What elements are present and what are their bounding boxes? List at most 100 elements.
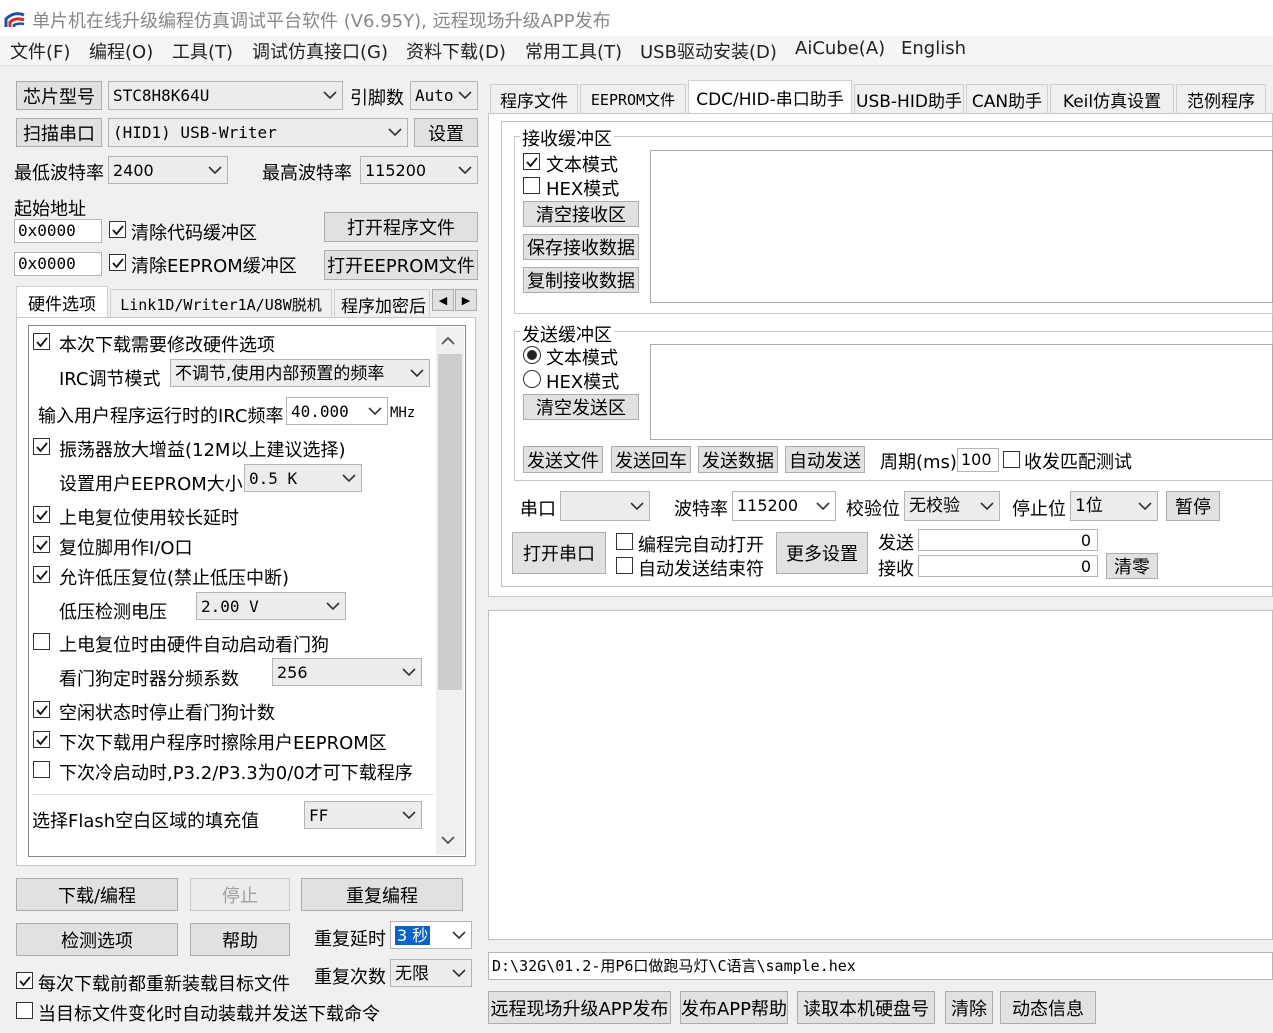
read-disk-id-button[interactable]: 读取本机硬盘号	[797, 991, 935, 1024]
long-delay-checkbox[interactable]	[33, 506, 50, 523]
menu-usb-driver[interactable]: USB驱动安装(D)	[640, 38, 777, 64]
stop-button[interactable]: 停止	[190, 878, 290, 911]
start-address-input-2[interactable]: 0x0000	[14, 252, 102, 276]
match-test-checkbox[interactable]	[1003, 451, 1020, 468]
cold-boot-checkbox[interactable]	[33, 761, 50, 778]
send-text-mode-radio[interactable]	[523, 346, 541, 364]
auto-send-button[interactable]: 自动发送	[785, 446, 865, 473]
open-serial-port-button[interactable]: 打开串口	[512, 532, 606, 574]
osc-gain-checkbox[interactable]	[33, 438, 50, 455]
scroll-up-icon[interactable]	[441, 336, 455, 346]
send-textarea[interactable]	[650, 344, 1273, 440]
eeprom-size-select[interactable]: 0.5 K	[244, 464, 362, 492]
erase-eeprom-label: 下次下载用户程序时擦除用户EEPROM区	[59, 733, 387, 754]
scroll-down-icon[interactable]	[441, 835, 455, 845]
chip-model-button[interactable]: 芯片型号	[16, 81, 102, 110]
copy-receive-button[interactable]: 复制接收数据	[523, 267, 639, 293]
menu-tools[interactable]: 工具(T)	[172, 38, 233, 64]
scan-port-button[interactable]: 扫描串口	[16, 118, 102, 147]
erase-eeprom-checkbox[interactable]	[33, 731, 50, 748]
modify-hw-checkbox[interactable]	[33, 333, 50, 350]
tab-scroll-right-button[interactable]: ▶	[455, 289, 477, 311]
tab-keil-settings[interactable]: Keil仿真设置	[1050, 84, 1174, 114]
watchdog-auto-checkbox[interactable]	[33, 633, 50, 650]
more-settings-button[interactable]: 更多设置	[776, 532, 868, 574]
menu-program[interactable]: 编程(O)	[89, 38, 153, 64]
port-select[interactable]: (HID1) USB-Writer	[108, 118, 408, 147]
clear-count-button[interactable]: 清零	[1106, 553, 1158, 579]
baud-select[interactable]: 115200	[732, 491, 836, 521]
tab-offline-writer[interactable]: Link1D/Writer1A/U8W脱机	[110, 289, 332, 318]
check-options-button[interactable]: 检测选项	[16, 923, 178, 956]
publish-app-help-button[interactable]: 发布APP帮助	[680, 991, 788, 1024]
chevron-down-icon	[629, 492, 645, 520]
tab-examples[interactable]: 范例程序	[1176, 84, 1266, 114]
download-program-button[interactable]: 下载/编程	[16, 878, 178, 911]
parity-select[interactable]: 无校验	[904, 491, 1000, 521]
max-baud-select[interactable]: 115200	[360, 156, 478, 184]
irc-mode-select[interactable]: 不调节,使用内部预置的频率	[170, 359, 430, 387]
menu-aicube[interactable]: AiCube(A)	[795, 38, 885, 59]
auto-load-checkbox[interactable]	[16, 1002, 33, 1019]
tab-scroll-left-button[interactable]: ◀	[432, 289, 454, 311]
clear-eeprom-checkbox[interactable]	[109, 254, 126, 271]
low-volt-select[interactable]: 2.00 V	[196, 592, 346, 620]
send-file-button[interactable]: 发送文件	[523, 446, 603, 473]
tab-can[interactable]: CAN助手	[966, 84, 1048, 114]
dynamic-info-button[interactable]: 动态信息	[1000, 991, 1096, 1024]
save-receive-button[interactable]: 保存接收数据	[523, 234, 639, 260]
repeat-count-select[interactable]: 无限	[390, 959, 472, 987]
reprogram-button[interactable]: 重复编程	[301, 878, 463, 911]
output-log-area[interactable]	[488, 610, 1273, 940]
receive-textarea[interactable]	[650, 150, 1273, 303]
scrollbar-thumb[interactable]	[438, 354, 462, 690]
clear-receive-button[interactable]: 清空接收区	[523, 201, 639, 227]
idle-stop-wdt-checkbox[interactable]	[33, 701, 50, 718]
menu-english[interactable]: English	[901, 38, 966, 59]
start-address-input-1[interactable]: 0x0000	[14, 219, 102, 243]
auto-send-end-checkbox[interactable]	[616, 557, 633, 574]
max-baud-value: 115200	[365, 161, 427, 180]
clear-code-checkbox[interactable]	[109, 221, 126, 238]
watchdog-div-value: 256	[277, 663, 308, 682]
pins-select[interactable]: Auto	[410, 81, 478, 110]
receive-hex-mode-checkbox[interactable]	[523, 177, 540, 194]
send-hex-mode-radio[interactable]	[523, 370, 541, 388]
open-program-file-button[interactable]: 打开程序文件	[324, 212, 478, 242]
watchdog-div-select[interactable]: 256	[272, 658, 422, 686]
send-data-button[interactable]: 发送数据	[698, 446, 778, 473]
repeat-delay-select[interactable]: 3 秒	[390, 921, 472, 949]
menu-download[interactable]: 资料下载(D)	[406, 38, 506, 64]
tab-encryption[interactable]: 程序加密后	[334, 289, 430, 318]
help-button[interactable]: 帮助	[190, 923, 290, 956]
open-eeprom-file-button[interactable]: 打开EEPROM文件	[324, 250, 478, 280]
low-volt-reset-checkbox[interactable]	[33, 566, 50, 583]
clear-button[interactable]: 清除	[945, 991, 993, 1024]
send-enter-button[interactable]: 发送回车	[611, 446, 691, 473]
settings-button[interactable]: 设置	[414, 118, 478, 147]
auto-open-checkbox[interactable]	[616, 533, 633, 550]
period-input[interactable]: 100	[957, 448, 999, 472]
eeprom-size-label: 设置用户EEPROM大小	[59, 474, 243, 495]
reset-io-checkbox[interactable]	[33, 536, 50, 553]
reload-before-download-checkbox[interactable]	[16, 972, 33, 989]
clear-send-button[interactable]: 清空发送区	[523, 394, 639, 420]
menu-file[interactable]: 文件(F)	[10, 38, 70, 64]
tab-serial-assistant[interactable]: CDC/HID-串口助手	[688, 80, 852, 114]
min-baud-select[interactable]: 2400	[108, 156, 228, 184]
pause-button[interactable]: 暂停	[1166, 491, 1220, 521]
tab-eeprom-file[interactable]: EEPROM文件	[580, 84, 686, 114]
stop-bits-select[interactable]: 1位	[1070, 491, 1158, 521]
tab-program-file[interactable]: 程序文件	[490, 84, 578, 114]
serial-port-select[interactable]	[560, 491, 650, 521]
menu-common-tools[interactable]: 常用工具(T)	[525, 38, 622, 64]
tab-usb-hid[interactable]: USB-HID助手	[854, 84, 964, 114]
receive-text-mode-checkbox[interactable]	[523, 153, 540, 170]
irc-freq-select[interactable]: 40.000	[286, 397, 388, 425]
flash-fill-select[interactable]: FF	[304, 801, 422, 829]
reload-before-download-label: 每次下载前都重新装载目标文件	[38, 974, 290, 995]
publish-app-button[interactable]: 远程现场升级APP发布	[488, 991, 671, 1024]
chip-model-select[interactable]: STC8H8K64U	[108, 81, 343, 110]
tab-hardware-options[interactable]: 硬件选项	[16, 286, 108, 318]
menu-debug-interface[interactable]: 调试仿真接口(G)	[252, 38, 388, 64]
